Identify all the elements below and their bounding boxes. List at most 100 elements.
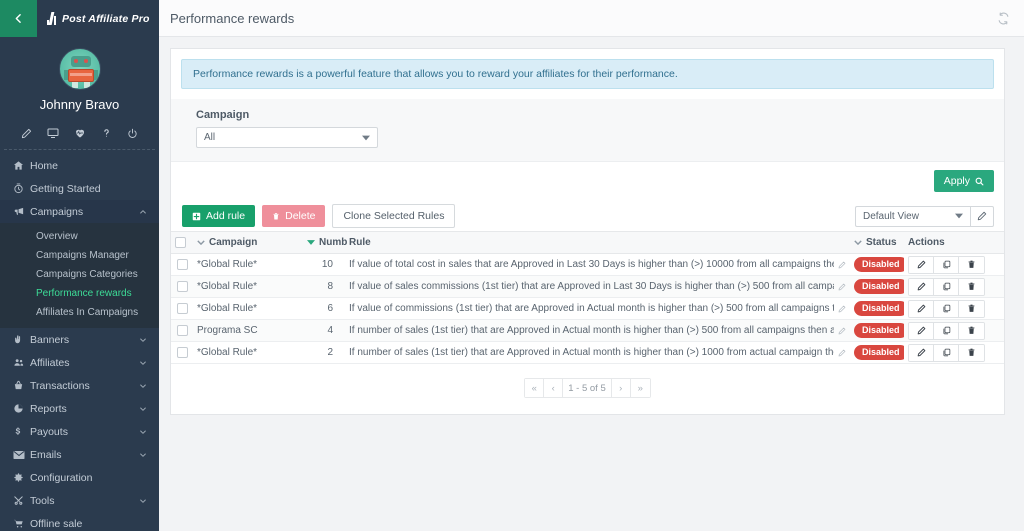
sidebar-item-label: Transactions [30, 380, 139, 392]
chevron-down-icon [139, 359, 147, 367]
sidebar-item-banners[interactable]: Banners [0, 328, 159, 351]
header-rule[interactable]: Rule [345, 232, 850, 254]
campaign-select[interactable]: All [196, 127, 378, 148]
sidebar-item-label: Home [30, 160, 147, 172]
sidebar-item-emails[interactable]: Emails [0, 443, 159, 466]
wrench-icon [13, 495, 30, 506]
sidebar-subitem-campaigns-categories[interactable]: Campaigns Categories [0, 265, 159, 284]
sidebar-subitem-campaigns-manager[interactable]: Campaigns Manager [0, 246, 159, 265]
cell-status: Disabled [850, 276, 904, 298]
row-delete-button[interactable] [959, 257, 984, 273]
edit-icon[interactable] [838, 349, 846, 357]
refresh-icon[interactable] [997, 12, 1010, 25]
user-profile: Johnny Bravo [0, 37, 159, 116]
sidebar-item-label: Tools [30, 495, 139, 507]
row-checkbox[interactable] [177, 259, 188, 270]
power-icon[interactable] [127, 127, 138, 139]
sidebar-item-affiliates[interactable]: Affiliates [0, 351, 159, 374]
row-edit-button[interactable] [909, 301, 934, 317]
row-delete-button[interactable] [959, 279, 984, 295]
row-copy-button[interactable] [934, 279, 959, 295]
header-status[interactable]: Status [850, 232, 904, 254]
question-mark-icon[interactable] [101, 127, 112, 139]
sidebar-item-label: Configuration [30, 472, 147, 484]
row-checkbox[interactable] [177, 303, 188, 314]
view-select[interactable]: Default View [855, 206, 970, 227]
row-edit-button[interactable] [909, 257, 934, 273]
cell-numb: 2 [303, 342, 345, 364]
table-row[interactable]: *Global Rule* 6 If value of commissions … [171, 298, 1004, 320]
table-row[interactable]: *Global Rule* 8 If value of sales commis… [171, 276, 1004, 298]
sidebar-item-payouts[interactable]: Payouts [0, 420, 159, 443]
row-checkbox[interactable] [177, 347, 188, 358]
delete-button[interactable]: Delete [262, 205, 325, 227]
clone-selected-rules-button[interactable]: Clone Selected Rules [332, 204, 455, 228]
edit-icon[interactable] [838, 305, 846, 313]
row-copy-button[interactable] [934, 301, 959, 317]
delete-label: Delete [285, 210, 315, 222]
sidebar-item-getting-started[interactable]: Getting Started [0, 177, 159, 200]
row-delete-button[interactable] [959, 301, 984, 317]
row-edit-button[interactable] [909, 279, 934, 295]
sidebar-subitem-performance-rewards[interactable]: Performance rewards [0, 284, 159, 303]
chevron-down-icon [139, 428, 147, 436]
sidebar-subitem-overview[interactable]: Overview [0, 227, 159, 246]
pagination-last[interactable]: » [631, 379, 650, 397]
sidebar-item-campaigns[interactable]: Campaigns [0, 200, 159, 223]
select-all-checkbox[interactable] [175, 237, 186, 248]
sidebar-item-transactions[interactable]: Transactions [0, 374, 159, 397]
pagination-prev[interactable]: ‹ [544, 379, 563, 397]
row-delete-button[interactable] [959, 345, 984, 361]
row-copy-button[interactable] [934, 345, 959, 361]
cell-rule: If value of total cost in sales that are… [345, 254, 850, 276]
table-row[interactable]: *Global Rule* 10 If value of total cost … [171, 254, 1004, 276]
cell-numb: 4 [303, 320, 345, 342]
monitor-icon[interactable] [47, 127, 59, 139]
cell-campaign: *Global Rule* [193, 298, 303, 320]
sidebar-nav: Home Getting Started Campaigns Overview [0, 150, 159, 531]
header-campaign[interactable]: Campaign [193, 232, 303, 254]
edit-icon[interactable] [838, 327, 846, 335]
cell-rule: If value of sales commissions (1st tier)… [345, 276, 850, 298]
edit-view-button[interactable] [970, 206, 994, 227]
row-copy-button[interactable] [934, 257, 959, 273]
status-badge: Disabled [854, 279, 904, 294]
sidebar-item-configuration[interactable]: Configuration [0, 466, 159, 489]
row-delete-button[interactable] [959, 323, 984, 339]
cell-campaign: *Global Rule* [193, 342, 303, 364]
sidebar-item-tools[interactable]: Tools [0, 489, 159, 512]
row-select-cell [171, 254, 193, 276]
apply-button[interactable]: Apply [934, 170, 994, 192]
pagination-first[interactable]: « [525, 379, 544, 397]
edit-icon[interactable] [838, 283, 846, 291]
edit-icon[interactable] [838, 261, 846, 269]
row-edit-button[interactable] [909, 323, 934, 339]
sidebar-item-offline-sale[interactable]: Offline sale [0, 512, 159, 531]
sidebar-item-label: Reports [30, 403, 139, 415]
heart-pulse-icon[interactable] [74, 127, 86, 139]
brand-logo[interactable]: Post Affiliate Pro [37, 0, 159, 37]
status-badge: Disabled [854, 301, 904, 316]
avatar[interactable] [59, 48, 101, 90]
row-edit-button[interactable] [909, 345, 934, 361]
row-checkbox[interactable] [177, 325, 188, 336]
basket-icon [13, 380, 30, 391]
info-notice: Performance rewards is a powerful featur… [181, 59, 994, 89]
add-rule-label: Add rule [206, 210, 245, 222]
header-numb[interactable]: Numb [303, 232, 345, 254]
pagination-next[interactable]: › [612, 379, 631, 397]
add-rule-button[interactable]: Add rule [182, 205, 255, 227]
sidebar-item-home[interactable]: Home [0, 154, 159, 177]
header-actions-label: Actions [908, 237, 945, 248]
megaphone-icon [13, 206, 30, 217]
cell-campaign: *Global Rule* [193, 276, 303, 298]
sidebar-item-reports[interactable]: Reports [0, 397, 159, 420]
sidebar-subitem-affiliates-in-campaigns[interactable]: Affiliates In Campaigns [0, 303, 159, 322]
table-row[interactable]: Programa SC 4 If number of sales (1st ti… [171, 320, 1004, 342]
table-row[interactable]: *Global Rule* 2 If number of sales (1st … [171, 342, 1004, 364]
row-copy-button[interactable] [934, 323, 959, 339]
apply-row: Apply [171, 162, 1004, 201]
pencil-icon[interactable] [21, 127, 32, 139]
row-checkbox[interactable] [177, 281, 188, 292]
collapse-sidebar-button[interactable] [0, 0, 37, 37]
